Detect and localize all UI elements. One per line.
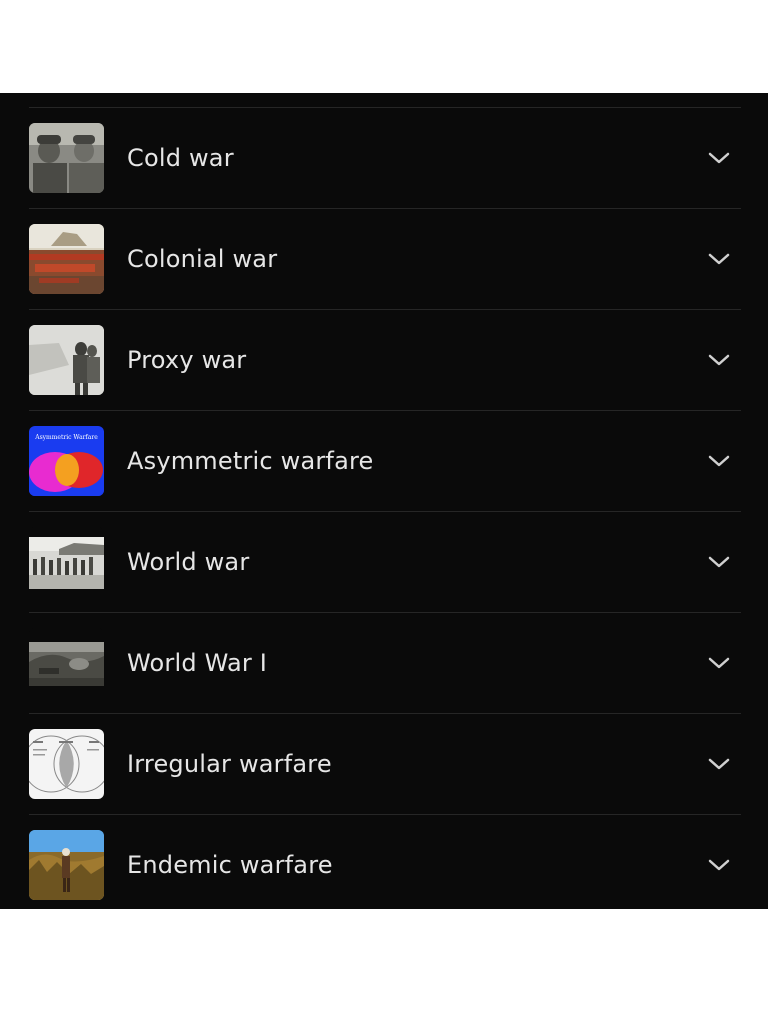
list-item-asymmetric-warfare[interactable]: Asymmetric Warfare Asymmetric warfare bbox=[29, 411, 741, 512]
asymmetric-warfare-thumbnail: Asymmetric Warfare bbox=[29, 426, 104, 496]
topic-list: Cold war Colonial war Proxy war Asymmetr… bbox=[29, 107, 741, 915]
chevron-down-icon[interactable] bbox=[707, 247, 731, 271]
chevron-down-icon[interactable] bbox=[707, 449, 731, 473]
list-item-proxy-war[interactable]: Proxy war bbox=[29, 310, 741, 411]
world-war-thumbnail bbox=[29, 527, 104, 597]
proxy-war-thumbnail bbox=[29, 325, 104, 395]
list-item-label: Irregular warfare bbox=[127, 750, 332, 778]
list-item-endemic-warfare[interactable]: Endemic warfare bbox=[29, 815, 741, 915]
list-item-label: World war bbox=[127, 548, 250, 576]
chevron-down-icon[interactable] bbox=[707, 550, 731, 574]
list-item-world-war[interactable]: World war bbox=[29, 512, 741, 613]
chevron-down-icon[interactable] bbox=[707, 348, 731, 372]
list-item-label: World War I bbox=[127, 649, 268, 677]
chevron-down-icon[interactable] bbox=[707, 146, 731, 170]
list-item-world-war-i[interactable]: World War I bbox=[29, 613, 741, 714]
list-item-label: Cold war bbox=[127, 144, 234, 172]
endemic-warfare-thumbnail bbox=[29, 830, 104, 900]
list-item-cold-war[interactable]: Cold war bbox=[29, 108, 741, 209]
chevron-down-icon[interactable] bbox=[707, 651, 731, 675]
cold-war-thumbnail bbox=[29, 123, 104, 193]
irregular-warfare-thumbnail bbox=[29, 729, 104, 799]
list-item-label: Asymmetric warfare bbox=[127, 447, 374, 475]
world-war-i-thumbnail bbox=[29, 628, 104, 698]
chevron-down-icon[interactable] bbox=[707, 853, 731, 877]
chevron-down-icon[interactable] bbox=[707, 752, 731, 776]
list-item-label: Proxy war bbox=[127, 346, 247, 374]
list-item-colonial-war[interactable]: Colonial war bbox=[29, 209, 741, 310]
list-item-label: Endemic warfare bbox=[127, 851, 333, 879]
list-item-label: Colonial war bbox=[127, 245, 278, 273]
thumb-caption: Asymmetric Warfare bbox=[34, 434, 98, 441]
related-topics-panel: Cold war Colonial war Proxy war Asymmetr… bbox=[0, 93, 768, 909]
list-item-irregular-warfare[interactable]: Irregular warfare bbox=[29, 714, 741, 815]
colonial-war-thumbnail bbox=[29, 224, 104, 294]
